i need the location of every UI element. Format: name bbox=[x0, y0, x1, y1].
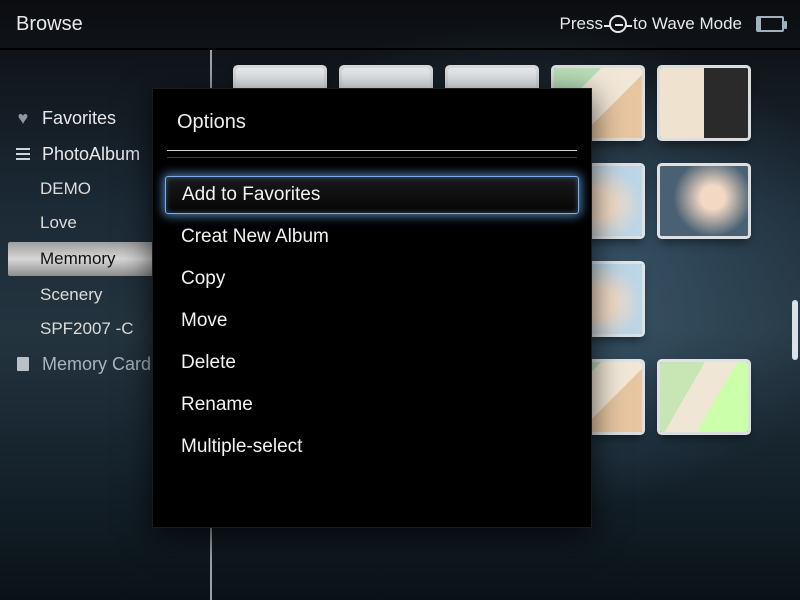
option-copy[interactable]: Copy bbox=[165, 260, 579, 298]
option-label: Rename bbox=[181, 394, 253, 416]
option-label: Move bbox=[181, 310, 227, 332]
option-label: Delete bbox=[181, 352, 236, 374]
thumbnail[interactable] bbox=[660, 362, 748, 432]
option-label: Creat New Album bbox=[181, 226, 329, 248]
top-bar: Browse Press to Wave Mode bbox=[0, 0, 800, 50]
popup-list: Add to Favorites Creat New Album Copy Mo… bbox=[161, 158, 583, 484]
sidebar-item-label: Memmory bbox=[40, 249, 116, 269]
option-label: Multiple-select bbox=[181, 436, 302, 458]
hint-prefix: Press bbox=[560, 14, 603, 34]
top-bar-right: Press to Wave Mode bbox=[560, 14, 784, 34]
option-rename[interactable]: Rename bbox=[165, 386, 579, 424]
divider bbox=[167, 150, 577, 151]
option-label: Add to Favorites bbox=[182, 184, 320, 206]
option-add-to-favorites[interactable]: Add to Favorites bbox=[165, 176, 579, 214]
sidebar-item-label: PhotoAlbum bbox=[42, 144, 140, 165]
sidebar-item-label: Scenery bbox=[40, 285, 102, 305]
mode-hint: Press to Wave Mode bbox=[560, 14, 742, 34]
scrollbar-thumb[interactable] bbox=[792, 300, 798, 360]
page-title: Browse bbox=[16, 13, 83, 36]
list-icon bbox=[14, 148, 32, 160]
option-multiple-select[interactable]: Multiple-select bbox=[165, 428, 579, 466]
options-popup: Options Add to Favorites Creat New Album… bbox=[152, 88, 592, 528]
battery-icon bbox=[756, 16, 784, 32]
sidebar-item-label: Love bbox=[40, 213, 77, 233]
option-delete[interactable]: Delete bbox=[165, 344, 579, 382]
wave-mode-icon bbox=[609, 15, 627, 33]
thumbnail[interactable] bbox=[660, 68, 748, 138]
sidebar-item-label: SPF2007 -C bbox=[40, 319, 134, 339]
option-label: Copy bbox=[181, 268, 225, 290]
popup-title: Options bbox=[161, 111, 583, 150]
divider bbox=[167, 157, 577, 158]
heart-icon: ♥ bbox=[14, 109, 32, 127]
option-create-new-album[interactable]: Creat New Album bbox=[165, 218, 579, 256]
sidebar-item-label: Favorites bbox=[42, 108, 116, 129]
option-move[interactable]: Move bbox=[165, 302, 579, 340]
sidebar-item-label: DEMO bbox=[40, 179, 91, 199]
sidebar-item-label: Memory Card bbox=[42, 354, 151, 375]
card-icon bbox=[14, 357, 32, 371]
hint-suffix: to Wave Mode bbox=[633, 14, 742, 34]
thumbnail[interactable] bbox=[660, 166, 748, 236]
